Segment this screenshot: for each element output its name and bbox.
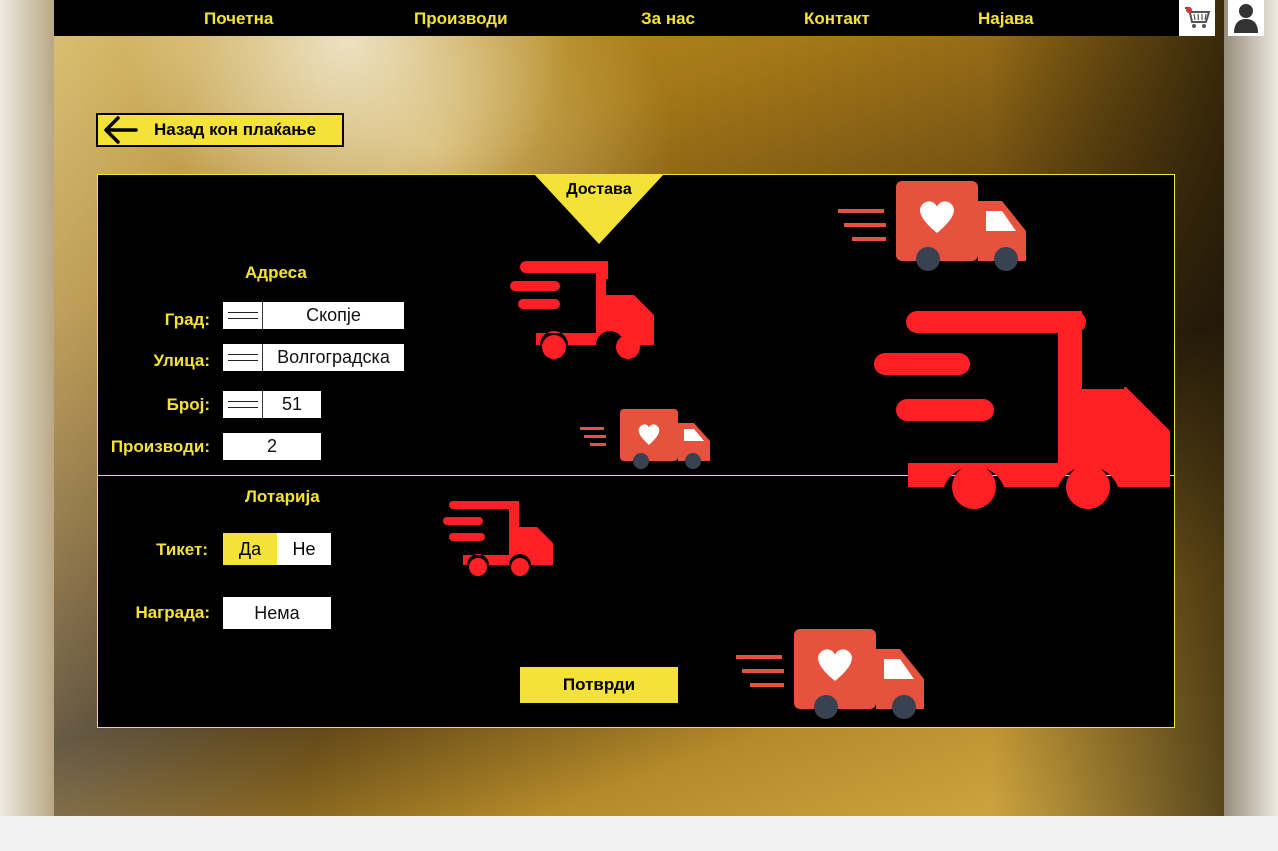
confirm-button[interactable]: Потврди — [520, 667, 678, 703]
nav-products[interactable]: Производи — [414, 0, 508, 36]
user-button[interactable] — [1228, 0, 1264, 36]
back-to-payment-button[interactable]: Назад кон плаќање — [96, 113, 344, 147]
user-icon — [1234, 4, 1258, 33]
prize-field: Нема — [223, 597, 331, 629]
ticket-toggle: Да Не — [223, 533, 331, 565]
nav-contact[interactable]: Контакт — [804, 0, 870, 36]
shopping-cart-icon — [1185, 7, 1211, 28]
nav-home[interactable]: Почетна — [204, 0, 273, 36]
street-label: Улица: — [153, 351, 210, 370]
number-value: 51 — [263, 391, 321, 418]
fast-delivery-truck-icon — [510, 261, 654, 359]
ticket-label: Тикет: — [156, 540, 208, 559]
ticket-no-button[interactable]: Не — [277, 533, 331, 565]
right-margin — [1224, 0, 1278, 851]
drag-handle-icon[interactable] — [223, 302, 263, 329]
products-value: 2 — [223, 433, 321, 460]
heart-delivery-truck-icon — [838, 181, 1026, 271]
prize-label: Награда: — [135, 603, 210, 622]
top-nav: Почетна Производи За нас Контакт Најава — [54, 0, 1264, 36]
arrow-left-icon — [98, 115, 142, 145]
fast-delivery-truck-icon — [874, 311, 1170, 509]
nav-about[interactable]: За нас — [641, 0, 695, 36]
number-label: Број: — [166, 395, 210, 414]
number-field[interactable]: 51 — [223, 391, 321, 418]
heart-delivery-truck-icon — [736, 629, 924, 719]
left-margin — [0, 0, 54, 851]
heart-delivery-truck-icon — [580, 409, 710, 469]
city-value: Скопје — [263, 302, 404, 329]
delivery-tab-label: Доставa — [566, 181, 632, 198]
delivery-panel: Доставa Адреса Град: Скопје Улица: Волго… — [97, 174, 1175, 728]
products-field[interactable]: 2 — [223, 433, 321, 460]
address-title: Адреса — [245, 263, 307, 282]
products-label: Производи: — [110, 437, 210, 456]
street-value: Волгоградска — [263, 344, 404, 371]
drag-handle-icon[interactable] — [223, 344, 263, 371]
cart-button[interactable] — [1179, 0, 1215, 36]
fast-delivery-truck-icon — [443, 501, 553, 576]
city-field[interactable]: Скопје — [223, 302, 404, 329]
prize-value: Нема — [223, 597, 331, 629]
nav-login[interactable]: Најава — [978, 0, 1034, 36]
back-button-label: Назад кон плаќање — [154, 120, 317, 139]
city-label: Град: — [164, 310, 210, 329]
bottom-margin — [0, 816, 1278, 851]
street-field[interactable]: Волгоградска — [223, 344, 404, 371]
drag-handle-icon[interactable] — [223, 391, 263, 418]
ticket-yes-button[interactable]: Да — [223, 533, 277, 565]
lottery-title: Лотарија — [245, 487, 320, 506]
